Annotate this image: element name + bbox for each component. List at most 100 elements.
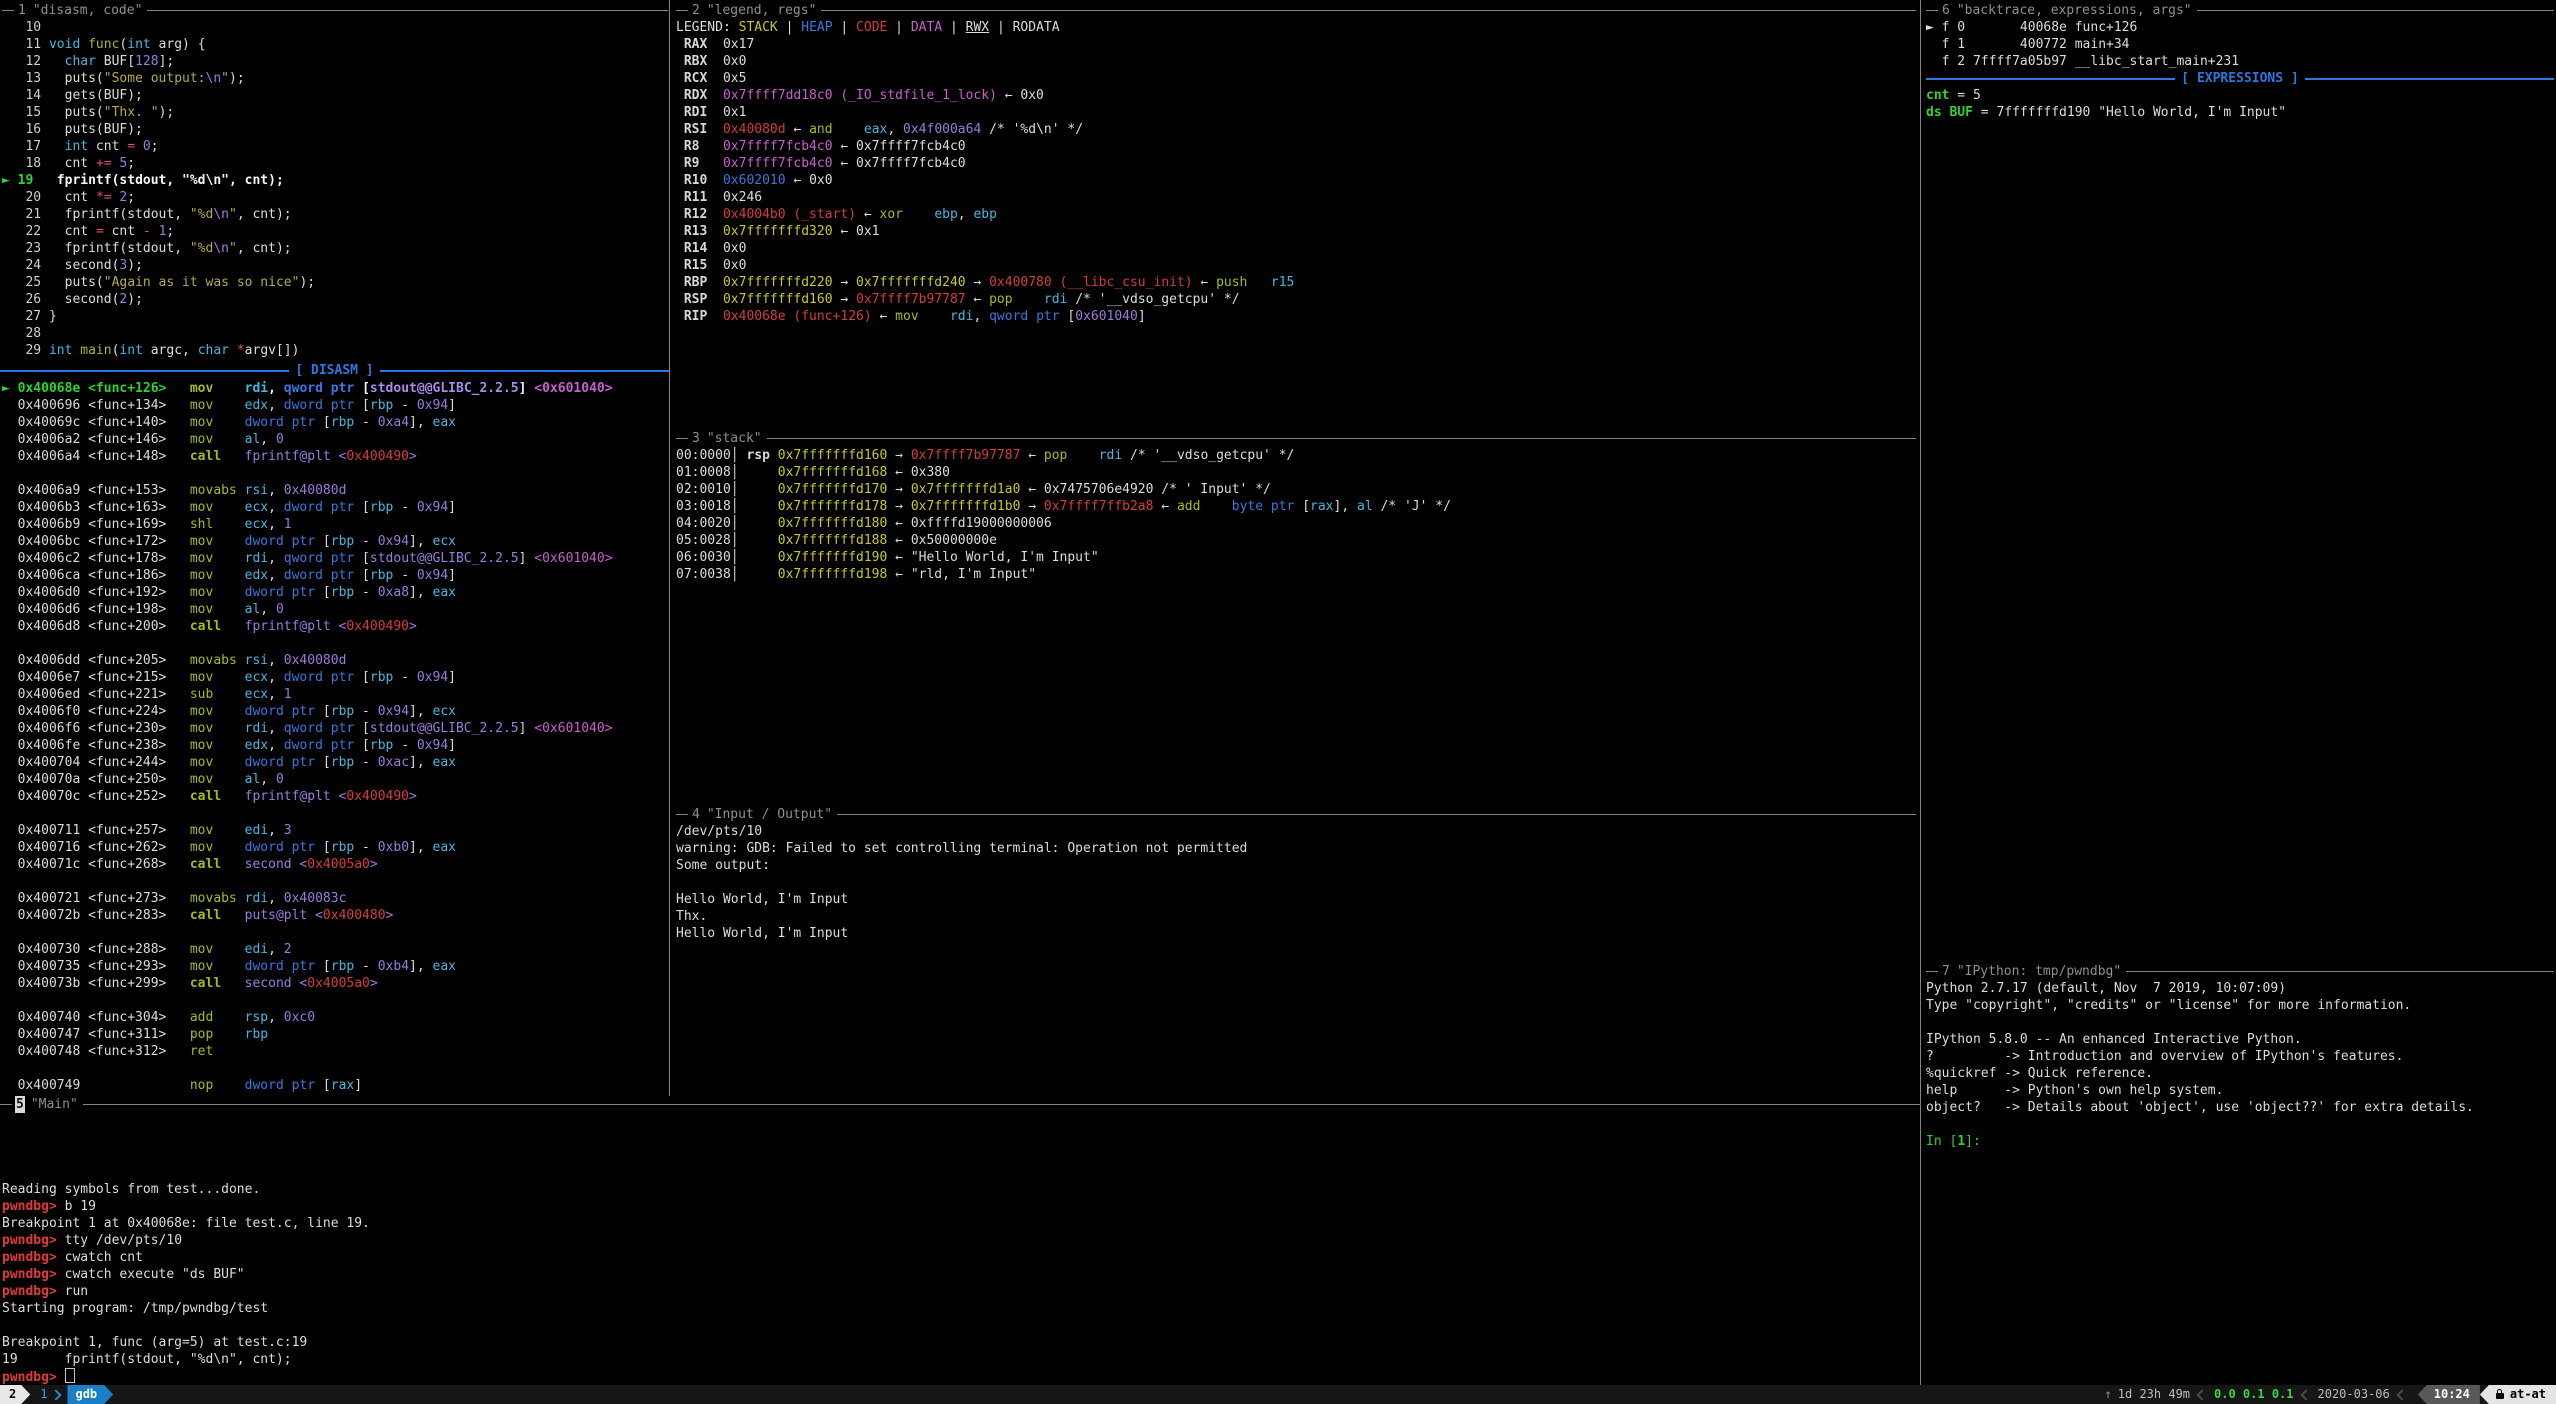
lock-icon <box>2496 1393 2504 1399</box>
pane-source[interactable]: 1"disasm, code" 10 11 void func(int arg)… <box>2 2 668 359</box>
legend-line: LEGEND: STACK | HEAP | CODE | DATA | RWX… <box>676 19 1916 36</box>
pane-label: "Main" <box>25 1096 83 1113</box>
terminal-line: 0x400730 <func+288> mov edi, 2 <box>2 941 668 958</box>
status-time: 10:24 <box>2418 1385 2480 1404</box>
terminal-line: RSI 0x40080d ← and eax, 0x4f000a64 /* '%… <box>676 121 1916 138</box>
pane-label: "IPython: tmp/pwndbg" <box>1951 963 2126 980</box>
divider-rule <box>0 370 289 372</box>
pane-disasm[interactable]: ► 0x40068e <func+126> mov rdi, qword ptr… <box>2 380 668 1094</box>
terminal-line: ? -> Introduction and overview of IPytho… <box>1926 1048 2554 1065</box>
terminal-line: RDI 0x1 <box>676 104 1916 121</box>
terminal-line: ► 0x40068e <func+126> mov rdi, qword ptr… <box>2 380 668 397</box>
terminal-line: 0x40070a <func+250> mov al, 0 <box>2 771 668 788</box>
terminal-line: 0x40073b <func+299> call second <0x4005a… <box>2 975 668 992</box>
terminal-line: f 2 7ffff7a05b97 __libc_start_main+231 <box>1926 53 2554 70</box>
terminal-line: 16 puts(BUF); <box>2 121 668 138</box>
terminal-line: R12 0x4004b0 (_start) ← xor ebp, ebp <box>676 206 1916 223</box>
terminal-line: 27 } <box>2 308 668 325</box>
terminal-line: R11 0x246 <box>676 189 1916 206</box>
terminal-line: 15 puts("Thx. "); <box>2 104 668 121</box>
terminal-line: pwndbg> cwatch cnt <box>2 1249 1918 1266</box>
terminal-line: 0x400716 <func+262> mov dword ptr [rbp -… <box>2 839 668 856</box>
terminal-line: 0x4006a9 <func+153> movabs rsi, 0x40080d <box>2 482 668 499</box>
terminal-line: 0x400721 <func+273> movabs rdi, 0x40083c <box>2 890 668 907</box>
pane-number: 4 <box>691 806 701 823</box>
pane-label: "legend, regs" <box>701 2 822 19</box>
border-dash <box>2 10 14 11</box>
divider-label: [ EXPRESSIONS ] <box>2175 70 2304 87</box>
terminal-line: 0x4006c2 <func+178> mov rdi, qword ptr [… <box>2 550 668 567</box>
terminal-line <box>2 1164 1918 1181</box>
divider-rule <box>2305 78 2554 80</box>
terminal-line: 10 <box>2 19 668 36</box>
pane-label: "stack" <box>701 430 767 447</box>
terminal-line: 12 char BUF[128]; <box>2 53 668 70</box>
chevron-left-icon <box>2300 1389 2311 1400</box>
terminal-line: pwndbg> cwatch execute "ds BUF" <box>2 1266 1918 1283</box>
border-dash <box>676 438 688 439</box>
terminal-line: R14 0x0 <box>676 240 1916 257</box>
pane-regs[interactable]: 2"legend, regs" LEGEND: STACK | HEAP | C… <box>676 2 1916 325</box>
session-badge[interactable]: 2 <box>0 1385 30 1404</box>
terminal-line: 0x400696 <func+134> mov edx, dword ptr [… <box>2 397 668 414</box>
terminal-line: 04:0020│ 0x7fffffffd180 ← 0xffffd1900000… <box>676 515 1916 532</box>
terminal-line: 13 puts("Some output:\n"); <box>2 70 668 87</box>
terminal-line: warning: GDB: Failed to set controlling … <box>676 840 1916 857</box>
terminal-line: RSP 0x7fffffffd160 → 0x7ffff7b97787 ← po… <box>676 291 1916 308</box>
pane-border-vertical-1[interactable] <box>669 0 670 1096</box>
terminal-line: pwndbg> <box>2 1368 1918 1385</box>
backtrace-frames: ► f 0 40068e func+126 f 1 400772 main+34… <box>1926 19 2554 70</box>
pane-number-active: 5 <box>15 1096 25 1113</box>
expressions-divider: [ EXPRESSIONS ] <box>1926 70 2554 87</box>
terminal-line: Breakpoint 1 at 0x40068e: file test.c, l… <box>2 1215 1918 1232</box>
hostname-text: at-at <box>2510 1386 2546 1403</box>
terminal-line: 0x4006f0 <func+224> mov dword ptr [rbp -… <box>2 703 668 720</box>
terminal-line: 0x40072b <func+283> call puts@plt <0x400… <box>2 907 668 924</box>
terminal-line: 20 cnt *= 2; <box>2 189 668 206</box>
terminal-line: Starting program: /tmp/pwndbg/test <box>2 1300 1918 1317</box>
pane-ipython[interactable]: 7"IPython: tmp/pwndbg" Python 2.7.17 (de… <box>1926 963 2554 1150</box>
program-output: /dev/pts/10warning: GDB: Failed to set c… <box>676 823 1916 942</box>
pane-number: 2 <box>691 2 701 19</box>
terminal-line: 28 <box>2 325 668 342</box>
terminal-line: R15 0x0 <box>676 257 1916 274</box>
terminal-line: 07:0038│ 0x7fffffffd198 ← "rld, I'm Inpu… <box>676 566 1916 583</box>
terminal-line: 0x4006a4 <func+148> call fprintf@plt <0x… <box>2 448 668 465</box>
terminal-line: RDX 0x7ffff7dd18c0 (_IO_stdfile_1_lock) … <box>676 87 1916 104</box>
pane-io[interactable]: 4"Input / Output" /dev/pts/10warning: GD… <box>676 806 1916 942</box>
terminal-line: In [1]: <box>1926 1133 2554 1150</box>
terminal-line: RIP 0x40068e (func+126) ← mov rdi, qword… <box>676 308 1916 325</box>
uptime-text: 1d 23h 49m <box>2118 1386 2190 1403</box>
border-dash <box>0 1104 12 1105</box>
chevron-left-icon <box>2396 1389 2407 1400</box>
terminal-line: 02:0010│ 0x7fffffffd170 → 0x7fffffffd1a0… <box>676 481 1916 498</box>
terminal-line: pwndbg> tty /dev/pts/10 <box>2 1232 1918 1249</box>
terminal-line: 0x40070c <func+252> call fprintf@plt <0x… <box>2 788 668 805</box>
terminal-line: 0x400704 <func+244> mov dword ptr [rbp -… <box>2 754 668 771</box>
window-index[interactable]: 1 <box>40 1386 47 1403</box>
pane-backtrace[interactable]: 6"backtrace, expressions, args" ► f 0 40… <box>1926 2 2554 121</box>
terminal-line: RBX 0x0 <box>676 53 1916 70</box>
terminal-line <box>2 924 668 941</box>
terminal-line: 0x4006a2 <func+146> mov al, 0 <box>2 431 668 448</box>
border-rule <box>147 10 668 11</box>
terminal-line <box>676 874 1916 891</box>
terminal-line <box>2 873 668 890</box>
pane-number: 7 <box>1941 963 1951 980</box>
pane-main[interactable]: Reading symbols from test...done.pwndbg>… <box>2 1113 1918 1385</box>
terminal-line: 0x400735 <func+293> mov dword ptr [rbp -… <box>2 958 668 975</box>
terminal-line: 22 cnt = cnt - 1; <box>2 223 668 240</box>
border-dash <box>676 10 688 11</box>
terminal-line: 00:0000│ rsp 0x7fffffffd160 → 0x7ffff7b9… <box>676 447 1916 464</box>
pane-stack[interactable]: 3"stack" 00:0000│ rsp 0x7fffffffd160 → 0… <box>676 430 1916 583</box>
ipython-console: Python 2.7.17 (default, Nov 7 2019, 10:0… <box>1926 980 2554 1150</box>
terminal-line: 0x40071c <func+268> call second <0x4005a… <box>2 856 668 873</box>
terminal-line: ► 19 fprintf(stdout, "%d\n", cnt); <box>2 172 668 189</box>
pane-title-backtrace: 6"backtrace, expressions, args" <box>1926 2 2554 19</box>
terminal-line: R10 0x602010 ← 0x0 <box>676 172 1916 189</box>
pane-border-vertical-2[interactable] <box>1920 0 1921 1385</box>
border-dash <box>676 814 688 815</box>
terminal-line <box>1926 1014 2554 1031</box>
window-tab-gdb[interactable]: gdb <box>67 1385 113 1404</box>
gdb-console: Reading symbols from test...done.pwndbg>… <box>2 1113 1918 1385</box>
